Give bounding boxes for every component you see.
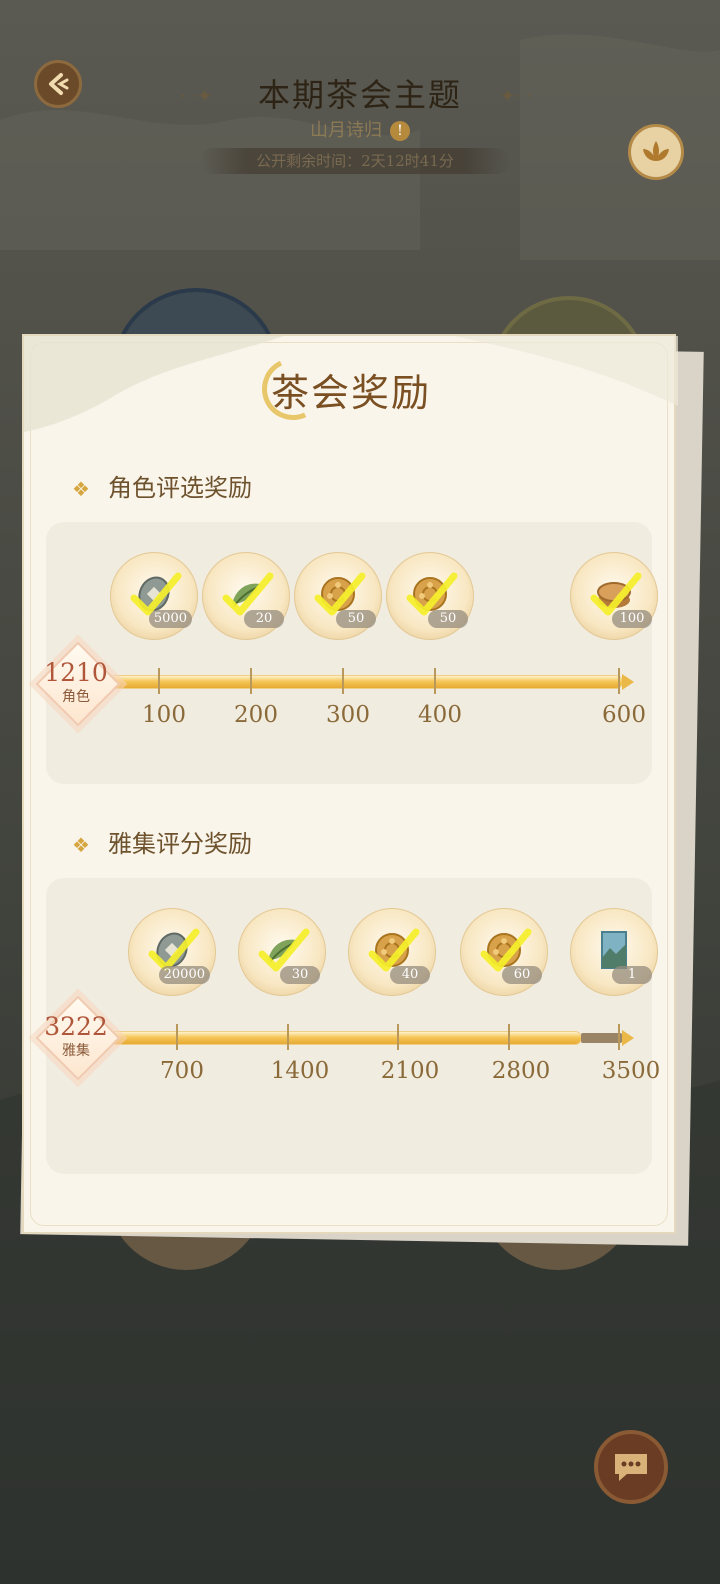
- progress-bar: [110, 676, 622, 688]
- reward-mooncake[interactable]: 50: [386, 552, 474, 640]
- milestone-tick: [618, 668, 620, 694]
- milestone-tick: [287, 1024, 289, 1050]
- milestone-value: 2100: [380, 1058, 440, 1084]
- score-badge: 1210 角色: [35, 641, 121, 727]
- reward-count: 50: [428, 610, 468, 628]
- page-title: 本期茶会主题: [257, 76, 462, 114]
- score-label: 雅集: [62, 1043, 90, 1059]
- info-icon[interactable]: !: [390, 121, 410, 141]
- reward-count: 30: [280, 966, 320, 984]
- milestone-tick: [342, 668, 344, 694]
- reward-scenery-card[interactable]: 1: [570, 908, 658, 996]
- section-title-text: 雅集评分奖励: [108, 830, 252, 858]
- chat-bubble-icon: [615, 1454, 647, 1481]
- theme-subtitle: 山月诗归!: [0, 116, 720, 142]
- lotus-menu-button[interactable]: [628, 124, 684, 180]
- reward-cake[interactable]: 100: [570, 552, 658, 640]
- reward-coin[interactable]: 5000: [110, 552, 198, 640]
- progress-bar-remaining: [581, 1033, 622, 1043]
- milestone-value: 200: [234, 702, 278, 728]
- milestone-value: 1400: [270, 1058, 330, 1084]
- reward-count: 50: [336, 610, 376, 628]
- section-gathering-title: ❖ 雅集评分奖励: [72, 824, 252, 859]
- reward-count: 20: [244, 610, 284, 628]
- milestone-tick: [250, 668, 252, 694]
- milestone-tick: [176, 1024, 178, 1050]
- lotus-icon: [643, 141, 669, 161]
- milestone-value: 600: [602, 702, 646, 728]
- reward-modal: 茶会奖励 ❖ 角色评选奖励 ❖ 雅集评分奖励: [22, 334, 678, 1234]
- theme-name: 山月诗归: [310, 120, 382, 141]
- score-value: 1210: [44, 658, 108, 687]
- reward-count: 1: [612, 966, 652, 984]
- milestone-tick: [158, 668, 160, 694]
- section-title-text: 角色评选奖励: [108, 474, 252, 502]
- progress-arrow-icon: [622, 674, 634, 690]
- reward-count: 100: [612, 610, 652, 628]
- milestone-tick: [508, 1024, 510, 1050]
- milestone-value: 300: [326, 702, 370, 728]
- modal-title: 茶会奖励: [270, 371, 431, 415]
- milestone-value: 400: [418, 702, 462, 728]
- milestone-tick: [618, 1024, 620, 1050]
- title-ornament-right-icon: ✦· ·: [500, 86, 533, 107]
- milestone-tick: [434, 668, 436, 694]
- reward-count: 5000: [148, 610, 192, 628]
- reward-count: 20000: [158, 966, 210, 984]
- scenery-card-icon: [594, 930, 634, 970]
- reward-coin[interactable]: 20000: [128, 908, 216, 996]
- diamond-bullet-icon: ❖: [72, 833, 90, 857]
- reward-tea-leaf[interactable]: 30: [238, 908, 326, 996]
- section-character-title: ❖ 角色评选奖励: [72, 468, 252, 503]
- score-badge: 3222 雅集: [35, 995, 121, 1081]
- progress-arrow-icon: [622, 1030, 634, 1046]
- reward-count: 40: [390, 966, 430, 984]
- reward-tea-leaf[interactable]: 20: [202, 552, 290, 640]
- diamond-bullet-icon: ❖: [72, 477, 90, 501]
- remaining-time: 公开剩余时间：2天12时41分: [200, 148, 510, 174]
- reward-mooncake[interactable]: 60: [460, 908, 548, 996]
- progress-bar: [110, 1032, 582, 1044]
- milestone-value: 700: [160, 1058, 204, 1084]
- chat-button[interactable]: [594, 1430, 668, 1504]
- milestone-value: 100: [142, 702, 186, 728]
- reward-mooncake[interactable]: 50: [294, 552, 382, 640]
- milestone-value: 2800: [491, 1058, 551, 1084]
- score-value: 3222: [44, 1012, 108, 1041]
- milestone-value: 3500: [601, 1058, 661, 1084]
- reward-count: 60: [502, 966, 542, 984]
- score-label: 角色: [62, 689, 90, 705]
- reward-mooncake[interactable]: 40: [348, 908, 436, 996]
- milestone-tick: [397, 1024, 399, 1050]
